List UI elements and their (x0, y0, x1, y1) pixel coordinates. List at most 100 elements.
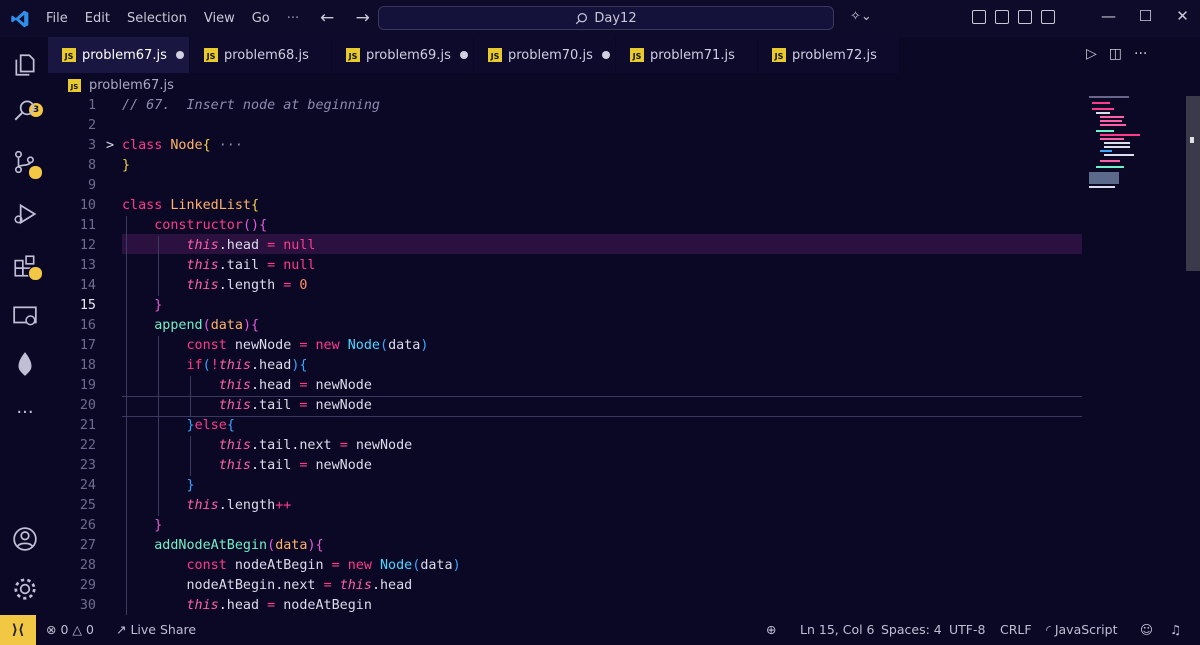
tab-label: problem72.js (792, 47, 877, 63)
tab-label: problem71.js (650, 47, 735, 63)
menu-view[interactable]: View (204, 11, 235, 26)
remote-indicator-icon[interactable]: ⟩⟨ (0, 615, 36, 645)
settings-gear-icon[interactable] (12, 576, 38, 602)
vscode-logo-icon[interactable] (10, 9, 30, 29)
customize-layout-icon[interactable] (972, 10, 986, 24)
more-actions-icon[interactable]: ··· (1134, 46, 1147, 62)
code-line: 2 (87, 118, 96, 133)
copilot-status-icon[interactable]: ☺ (1140, 622, 1153, 637)
code-line: 28 const nodeAtBegin = new Node(data) (79, 558, 461, 573)
scrollbar-cursor-marker (1190, 137, 1194, 143)
vertical-scrollbar[interactable] (1186, 96, 1200, 271)
tab-label: problem69.js (366, 47, 451, 63)
js-file-icon: JS (630, 48, 644, 62)
menu-edit[interactable]: Edit (85, 11, 110, 26)
more-views-icon[interactable]: ··· (12, 402, 38, 428)
toggle-primary-sidebar-icon[interactable] (995, 10, 1009, 24)
unsaved-dot-icon[interactable] (601, 51, 610, 59)
explorer-icon[interactable] (12, 52, 38, 78)
code-line: 24 } (79, 478, 195, 493)
live-share-button[interactable]: ↗ Live Share (116, 622, 196, 637)
encoding[interactable]: UTF-8 (949, 622, 985, 637)
tab-label: problem70.js (508, 47, 593, 63)
tab-problem71[interactable]: JS problem71.js (616, 37, 758, 73)
code-line: 8} (87, 158, 131, 173)
window-controls: — ☐ ✕ (1090, 7, 1200, 25)
problems-indicator[interactable]: ⊗ 0 △ 0 (46, 622, 94, 637)
warning-icon: △ (72, 622, 83, 637)
status-bar: ⟩⟨ ⊗ 0 △ 0 ↗ Live Share ⊕ Ln 15, Col 6 S… (0, 615, 1200, 645)
code-line: 3 > class Node{ ··· (48, 136, 1084, 156)
code-line: 12 this.head = null (79, 238, 316, 253)
search-icon[interactable] (12, 97, 38, 123)
menu-more-icon[interactable]: ··· (287, 11, 299, 26)
editor-actions: ▷ ◫ ··· (1086, 46, 1147, 62)
code-editor[interactable]: 1// 67. Insert node at beginning 2 3 > cla… (48, 96, 1084, 626)
tab-problem67[interactable]: JS problem67.js (48, 37, 190, 73)
title-bar: File Edit Selection View Go ··· ← → Day1… (0, 0, 1200, 37)
activity-bar: 3 ··· (0, 37, 48, 615)
js-file-icon: JS (772, 48, 786, 62)
menu-selection[interactable]: Selection (127, 11, 187, 26)
command-center-search[interactable]: Day12 (378, 6, 834, 30)
language-mode[interactable]: ◜ JavaScript (1046, 622, 1118, 637)
layout-controls (972, 10, 1055, 24)
code-line: 19 this.head = newNode (79, 378, 372, 393)
unsaved-dot-icon[interactable] (459, 51, 468, 59)
line-ending[interactable]: CRLF (1000, 622, 1032, 637)
minimize-icon[interactable]: — (1090, 7, 1127, 25)
code-line: 23 this.tail = newNode (79, 458, 372, 473)
search-text: Day12 (594, 10, 637, 26)
code-line: 16 append(data){ (79, 318, 260, 333)
search-icon (576, 12, 588, 24)
code-line: 27 addNodeAtBegin(data){ (79, 538, 324, 553)
copilot-icon[interactable]: ✧⌄ (850, 9, 872, 24)
js-file-icon: JS (488, 48, 502, 62)
toggle-panel-icon[interactable] (1018, 10, 1032, 24)
mongodb-icon[interactable] (12, 351, 38, 377)
tab-problem69[interactable]: JS problem69.js (332, 37, 474, 73)
code-line: 14 this.length = 0 (79, 278, 308, 293)
unsaved-dot-icon[interactable] (175, 51, 184, 59)
menu-go[interactable]: Go (252, 11, 270, 26)
code-line: 11 constructor(){ (79, 218, 268, 233)
code-line: 13 this.tail = null (79, 258, 316, 273)
code-line: 15 } (79, 298, 163, 313)
close-icon[interactable]: ✕ (1164, 7, 1200, 25)
code-line: 29 nodeAtBegin.next = this.head (79, 578, 413, 593)
minimap[interactable] (1084, 96, 1184, 216)
breadcrumb-file[interactable]: problem67.js (89, 78, 174, 93)
run-code-icon[interactable]: ▷ (1086, 46, 1097, 62)
toggle-secondary-sidebar-icon[interactable] (1041, 10, 1055, 24)
error-count: 0 (60, 622, 69, 637)
split-editor-icon[interactable]: ◫ (1109, 46, 1122, 62)
code-line: 18 if(!this.head){ (79, 358, 308, 373)
tab-problem68[interactable]: JS problem68.js (190, 37, 332, 73)
code-line: 9 (87, 178, 96, 193)
code-line: 26 } (79, 518, 163, 533)
menu-bar: File Edit Selection View Go ··· (46, 0, 299, 37)
js-file-icon: JS (204, 48, 218, 62)
navigation-arrows[interactable]: ← → (320, 8, 378, 28)
maximize-icon[interactable]: ☐ (1127, 7, 1164, 25)
js-file-icon: JS (346, 48, 360, 62)
extensions-clock-icon (28, 266, 43, 281)
tab-problem72[interactable]: JS problem72.js (758, 37, 900, 73)
menu-file[interactable]: File (46, 11, 68, 26)
zoom-icon[interactable]: ⊕ (766, 622, 776, 637)
notifications-bell-icon[interactable]: ♫ (1170, 622, 1181, 637)
live-share-label: Live Share (130, 622, 197, 637)
js-file-icon: JS (68, 79, 81, 92)
language-label: JavaScript (1054, 622, 1118, 637)
code-line: 21 }else{ (79, 418, 235, 433)
fold-chevron-icon[interactable]: > (106, 136, 114, 156)
code-line: 10 class LinkedList{ (79, 198, 260, 213)
cursor-position[interactable]: Ln 15, Col 6 (800, 622, 875, 637)
account-icon[interactable] (12, 526, 38, 552)
tab-problem70[interactable]: JS problem70.js (474, 37, 616, 73)
tab-label: problem68.js (224, 47, 309, 63)
code-line: 1// 67. Insert node at beginning (87, 98, 380, 113)
indentation[interactable]: Spaces: 4 (881, 622, 942, 637)
run-debug-icon[interactable] (12, 201, 38, 227)
remote-explorer-icon[interactable] (12, 303, 38, 329)
